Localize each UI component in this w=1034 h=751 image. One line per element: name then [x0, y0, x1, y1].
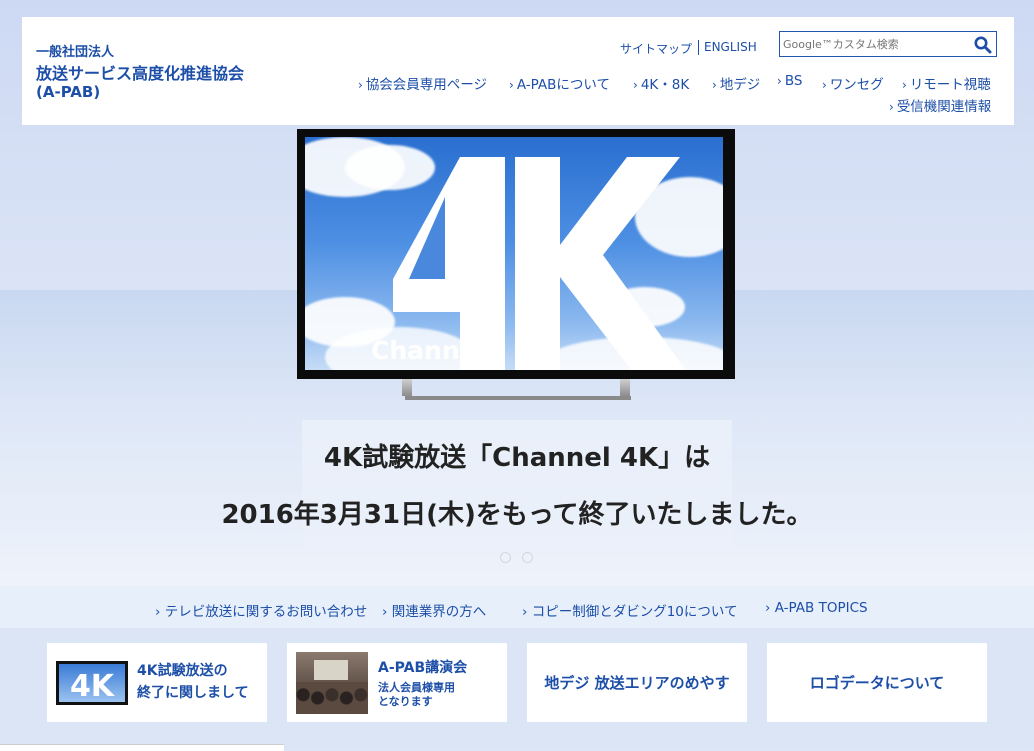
- card-4k-end[interactable]: 4K 4K試験放送の 終了に関しまして: [47, 643, 267, 722]
- card-4k-title-1: 4K試験放送の: [137, 663, 228, 679]
- chevron-right-icon: ›: [522, 604, 532, 620]
- subnav-industry[interactable]: › 関連業界の方へ: [382, 600, 486, 620]
- chevron-right-icon: ›: [358, 78, 363, 92]
- channel-4k-logo: Channel: [371, 157, 686, 370]
- subnav-copy-control[interactable]: › コピー制御とダビング10について: [522, 600, 737, 620]
- card-4k-thumbnail: 4K: [56, 661, 128, 705]
- card-lecture-sub-1: 法人会員様専用: [378, 681, 455, 694]
- subnav-topics[interactable]: › A-PAB TOPICS: [765, 600, 868, 616]
- tv-stand-right: [620, 379, 630, 396]
- site-header: 一般社団法人 放送サービス高度化推進協会 (A-PAB) サイトマップ ENGL…: [22, 17, 1014, 125]
- chevron-right-icon: ›: [155, 604, 165, 620]
- org-type-label: 一般社団法人: [36, 45, 115, 60]
- card-logo-data-title: ロゴデータについて: [809, 674, 945, 692]
- sitemap-link[interactable]: サイトマップ: [620, 40, 692, 57]
- card-broadcast-area-title: 地デジ 放送エリアのめやす: [544, 674, 730, 692]
- chevron-right-icon: ›: [889, 100, 894, 114]
- tv-stand-left: [402, 379, 412, 396]
- card-lecture-photo: [296, 652, 368, 714]
- subnav-tv-inquiry[interactable]: › テレビ放送に関するお問い合わせ: [155, 600, 367, 620]
- chevron-right-icon: ›: [509, 78, 514, 92]
- slide-dot-2[interactable]: [522, 552, 533, 563]
- nav-receiver-info[interactable]: › 受信機関連情報: [889, 95, 991, 115]
- hero-headline-1: 4K試験放送「Channel 4K」は: [323, 443, 711, 473]
- nav-member-page[interactable]: › 協会会員専用ページ: [358, 73, 487, 93]
- tv-stand-base: [405, 396, 631, 400]
- card-thumb-4k-text: 4K: [70, 669, 116, 702]
- nav-4k8k[interactable]: › 4K・8K: [633, 73, 689, 93]
- search-button[interactable]: [973, 35, 993, 55]
- english-link[interactable]: ENGLISH: [704, 40, 757, 54]
- card-lecture-sub-2: となります: [378, 695, 433, 708]
- slide-dot-1[interactable]: [500, 552, 511, 563]
- chevron-right-icon: ›: [777, 74, 782, 88]
- nav-digital-terrestrial[interactable]: › 地デジ: [712, 73, 760, 93]
- chevron-right-icon: ›: [633, 78, 638, 92]
- nav-about[interactable]: › A-PABについて: [509, 73, 610, 93]
- search-box: [779, 31, 997, 57]
- tv-screen: Channel: [305, 137, 723, 370]
- search-input[interactable]: [783, 34, 969, 54]
- site-logo-abbr[interactable]: (A-PAB): [36, 83, 100, 101]
- chevron-right-icon: ›: [382, 604, 392, 620]
- nav-remote-viewing[interactable]: › リモート視聴: [902, 73, 991, 93]
- card-logo-data[interactable]: ロゴデータについて: [767, 643, 987, 722]
- chevron-right-icon: ›: [712, 78, 717, 92]
- nav-bs[interactable]: › BS: [777, 73, 802, 89]
- util-separator: [698, 40, 699, 55]
- nav-oneseg[interactable]: › ワンセグ: [822, 73, 884, 93]
- card-broadcast-area[interactable]: 地デジ 放送エリアのめやす: [527, 643, 747, 722]
- card-lecture[interactable]: A-PAB講演会 法人会員様専用 となります: [287, 643, 507, 722]
- hero-headline-2: 2016年3月31日(木)をもって終了いたしました。: [221, 500, 813, 530]
- site-logo-name[interactable]: 放送サービス高度化推進協会: [36, 60, 244, 84]
- tv-channel-text: Channel: [371, 336, 485, 365]
- chevron-right-icon: ›: [822, 78, 827, 92]
- chevron-right-icon: ›: [765, 600, 775, 616]
- hero-tv-image[interactable]: Channel: [297, 129, 735, 379]
- card-4k-title-2: 終了に関しまして: [137, 685, 249, 701]
- card-lecture-title: A-PAB講演会: [378, 660, 468, 676]
- search-icon: [974, 36, 992, 54]
- chevron-right-icon: ›: [902, 78, 907, 92]
